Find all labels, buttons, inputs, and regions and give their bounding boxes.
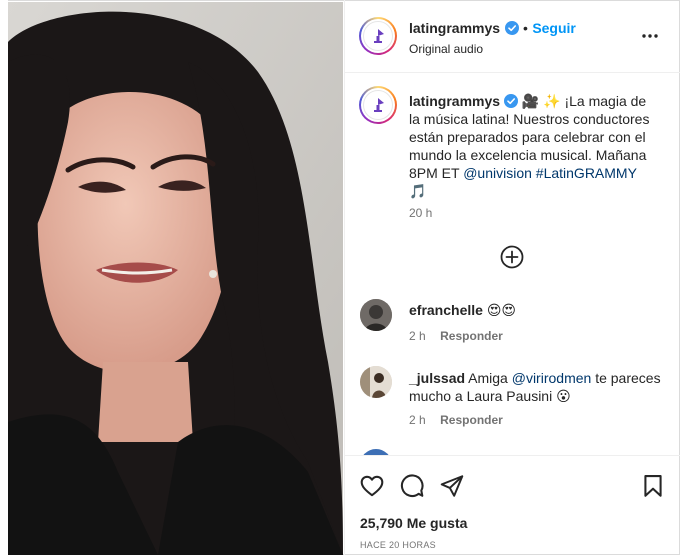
comment-time[interactable]: 2 h (409, 413, 426, 427)
caption-username[interactable]: latingrammys (409, 93, 500, 109)
comment-username[interactable]: efranchelle (409, 302, 483, 318)
caption-tail-emoji: 🎵 (409, 183, 427, 199)
follow-button[interactable]: Seguir (532, 20, 576, 36)
dialog-edge (0, 0, 8, 555)
gramophone-logo-icon (374, 98, 384, 112)
reply-button[interactable]: Responder (440, 329, 503, 343)
gramophone-logo-icon (374, 29, 384, 43)
post-header: latingrammys • Seguir Original audio (345, 0, 680, 73)
comment-username[interactable]: _julssad (409, 370, 465, 386)
avatar-photo (360, 299, 392, 331)
post-time-ago[interactable]: HACE 20 HORAS (360, 540, 436, 550)
comment-time[interactable]: 2 h (409, 329, 426, 343)
caption-timestamp[interactable]: 20 h (409, 206, 432, 220)
verified-badge-icon (503, 94, 518, 108)
add-circle-icon[interactable] (500, 245, 524, 269)
comment-text-before: Amiga (468, 370, 508, 386)
comment-mention-link[interactable]: @virirodmen (512, 370, 592, 386)
verified-badge-icon (504, 21, 519, 35)
separator-dot: • (522, 20, 528, 36)
post-details-panel: latingrammys • Seguir Original audio lat… (344, 0, 680, 555)
caption-text: latingrammys 🎥 ✨ ¡La magia de la música … (409, 92, 657, 200)
bookmark-icon[interactable] (640, 473, 666, 499)
heart-icon[interactable] (359, 473, 385, 499)
caption-hashtag-link[interactable]: #LatinGRAMMY (536, 165, 637, 181)
post-actions-bar: 25,790 Me gusta HACE 20 HORAS (345, 455, 680, 555)
likes-count[interactable]: 25,790 Me gusta (360, 515, 467, 531)
comment-icon[interactable] (399, 473, 425, 499)
share-icon[interactable] (439, 473, 465, 499)
likes-number: 25,790 (360, 515, 403, 531)
audio-label[interactable]: Original audio (409, 42, 483, 56)
commenter-avatar[interactable] (360, 299, 392, 331)
likes-label: Me gusta (406, 515, 468, 531)
author-username[interactable]: latingrammys (409, 20, 500, 36)
caption-author-avatar[interactable] (359, 86, 397, 124)
caption-mention-link[interactable]: @univision (463, 165, 532, 181)
more-options-icon[interactable] (640, 28, 660, 44)
author-avatar[interactable] (359, 17, 397, 55)
post-video[interactable] (8, 2, 343, 555)
commenter-avatar[interactable] (360, 366, 392, 398)
reply-button[interactable]: Responder (440, 413, 503, 427)
avatar-photo (360, 366, 392, 398)
video-frame-image (8, 2, 343, 555)
comment-text: 😍😍 (486, 302, 517, 318)
caption-lead-emojis: 🎥 ✨ (521, 93, 561, 109)
